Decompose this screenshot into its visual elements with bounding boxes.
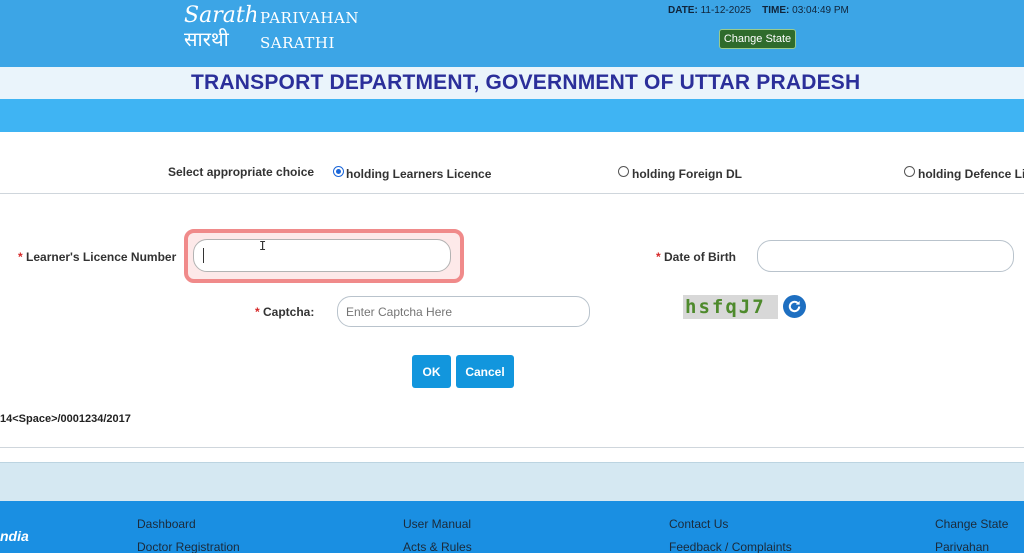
footer-link-feedback[interactable]: Feedback / Complaints bbox=[669, 540, 792, 553]
date-label: DATE: bbox=[668, 5, 698, 16]
radio-learners-licence[interactable] bbox=[333, 166, 344, 177]
divider bbox=[0, 193, 1024, 194]
divider bbox=[0, 447, 1024, 448]
required-mark: * bbox=[656, 250, 665, 264]
datetime-display: DATE: 11-12-2025 TIME: 03:04:49 PM bbox=[668, 5, 849, 16]
ll-format-example: 14<Space>/0001234/2017 bbox=[0, 413, 131, 425]
radio-label-defence-licence[interactable]: holding Defence Lic bbox=[918, 167, 1024, 181]
ok-button[interactable]: OK bbox=[412, 355, 451, 388]
choice-label: Select appropriate choice bbox=[168, 165, 315, 179]
radio-label-foreign-dl[interactable]: holding Foreign DL bbox=[632, 167, 742, 181]
department-title: TRANSPORT DEPARTMENT, GOVERNMENT OF UTTA… bbox=[191, 71, 861, 94]
time-value: 03:04:49 PM bbox=[792, 5, 849, 16]
page: Sarathi सारथी PARIVAHAN SARATHI DATE: 11… bbox=[0, 0, 1024, 553]
change-state-button[interactable]: Change State bbox=[719, 29, 796, 49]
captcha-image: hsfqJ7 bbox=[683, 295, 778, 319]
sarathi-logo: Sarathi सारथी bbox=[184, 3, 256, 51]
footer-band bbox=[0, 462, 1024, 501]
footer-link-user-manual[interactable]: User Manual bbox=[403, 517, 471, 531]
time-label: TIME: bbox=[762, 5, 790, 16]
required-mark: * bbox=[18, 250, 27, 264]
footer-link-change-state[interactable]: Change State bbox=[935, 517, 1008, 531]
radio-defence-licence[interactable] bbox=[904, 166, 915, 177]
required-mark: * bbox=[255, 305, 264, 319]
captcha-input[interactable] bbox=[337, 296, 590, 327]
footer-link-parivahan[interactable]: Parivahan bbox=[935, 540, 989, 553]
dob-label-text: Date of Birth bbox=[664, 250, 737, 264]
radio-label-learners-licence[interactable]: holding Learners Licence bbox=[346, 167, 491, 181]
logo-line-sarathi: SARATHI bbox=[260, 34, 335, 52]
digital-india-logo: ndia bbox=[0, 528, 29, 544]
logo-text: PARIVAHAN SARATHI bbox=[260, 6, 359, 56]
captcha-label-text: Captcha: bbox=[263, 305, 315, 319]
dob-input[interactable] bbox=[757, 240, 1014, 272]
ibeam-cursor-icon: I bbox=[259, 239, 267, 253]
logo-line-parivahan: PARIVAHAN bbox=[260, 9, 359, 27]
refresh-icon bbox=[788, 300, 801, 313]
text-caret bbox=[203, 248, 204, 263]
svg-text:Sarathi: Sarathi bbox=[184, 3, 256, 28]
date-value: 11-12-2025 bbox=[700, 5, 752, 16]
ll-number-label-text: Learner's Licence Number bbox=[26, 250, 177, 264]
radio-foreign-dl[interactable] bbox=[618, 166, 629, 177]
refresh-captcha-icon[interactable] bbox=[783, 295, 806, 318]
footer-link-acts-rules[interactable]: Acts & Rules bbox=[403, 540, 472, 553]
ll-number-label: * Learner's Licence Number bbox=[18, 250, 176, 264]
footer-link-contact-us[interactable]: Contact Us bbox=[669, 517, 728, 531]
dob-label: * Date of Birth bbox=[656, 250, 736, 264]
header-bar: Sarathi सारथी PARIVAHAN SARATHI DATE: 11… bbox=[0, 0, 1024, 67]
ll-number-input[interactable] bbox=[193, 239, 451, 272]
cancel-button[interactable]: Cancel bbox=[456, 355, 514, 388]
footer-link-dashboard[interactable]: Dashboard bbox=[137, 517, 196, 531]
nav-band bbox=[0, 99, 1024, 132]
footer-link-doctor-registration[interactable]: Doctor Registration bbox=[137, 540, 240, 553]
captcha-label: * Captcha: bbox=[255, 305, 314, 319]
svg-text:सारथी: सारथी bbox=[184, 27, 230, 51]
